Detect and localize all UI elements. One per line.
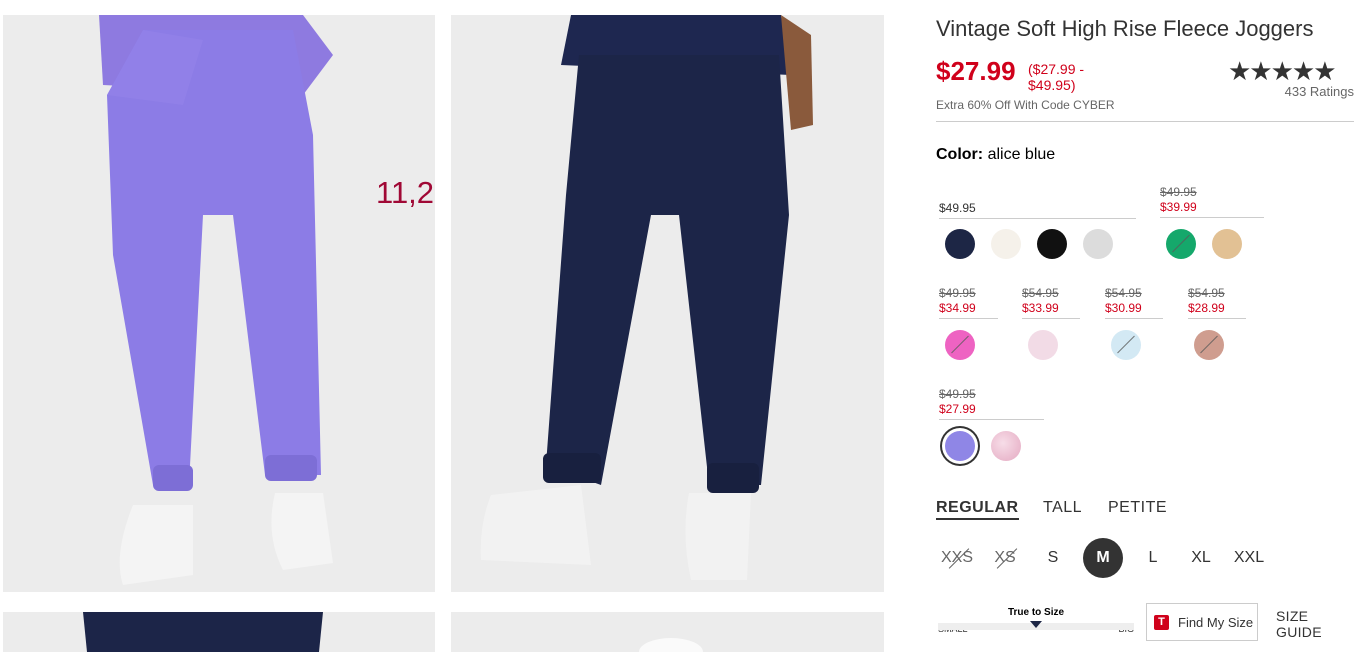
price-divider	[939, 318, 998, 319]
price-divider	[1160, 217, 1264, 218]
color-group-sale-30: $54.95 $30.99	[1105, 286, 1163, 319]
product-image-white-front[interactable]	[451, 612, 884, 652]
size-option-xxs[interactable]: XXS	[937, 549, 977, 567]
color-swatch-light-blue-tie-dye[interactable]	[1111, 330, 1141, 360]
divider	[936, 121, 1354, 122]
price-divider	[1022, 318, 1080, 319]
find-my-size-button[interactable]: T Find My Size	[1146, 603, 1258, 641]
price-divider	[939, 419, 1044, 420]
original-price: $49.95	[939, 286, 976, 300]
color-swatch-tan[interactable]	[1212, 229, 1242, 259]
color-swatch-pink[interactable]	[945, 330, 975, 360]
original-price: $54.95	[1105, 286, 1142, 300]
original-price: $54.95	[1188, 286, 1225, 300]
find-my-size-label: Find My Size	[1178, 614, 1254, 630]
sale-price-option: $33.99	[1022, 301, 1059, 315]
fit-tab-regular[interactable]: REGULAR	[936, 499, 1019, 520]
original-price: $54.95	[1022, 286, 1059, 300]
original-price: $49.95	[1160, 185, 1197, 199]
size-option-s[interactable]: S	[1033, 549, 1073, 567]
color-swatch-navy[interactable]	[945, 229, 975, 259]
price-divider	[1105, 318, 1163, 319]
color-swatch-rose-brown[interactable]	[1194, 330, 1224, 360]
color-swatch-alice-blue[interactable]	[945, 431, 975, 461]
color-group-sale-34: $49.95 $34.99	[939, 286, 998, 319]
sale-price-option: $30.99	[1105, 301, 1142, 315]
fit-tab-tall[interactable]: TALL	[1043, 499, 1082, 517]
size-option-xl[interactable]: XL	[1181, 549, 1221, 567]
product-image-purple-front[interactable]	[3, 15, 435, 592]
color-group-sale-28: $54.95 $28.99	[1188, 286, 1246, 319]
product-title: Vintage Soft High Rise Fleece Joggers	[936, 16, 1314, 41]
size-option-m[interactable]: M	[1083, 538, 1123, 578]
price-divider	[1188, 318, 1246, 319]
price-divider	[939, 218, 1136, 219]
color-swatch-light-heather-gray[interactable]	[1083, 229, 1113, 259]
ratings-count[interactable]: 433 Ratings	[1285, 84, 1354, 99]
overlay-text: 11,2	[376, 175, 435, 210]
price-range: ($27.99 - $49.95)	[1028, 61, 1085, 93]
sale-price-option: $27.99	[939, 402, 976, 416]
sale-price-option: $34.99	[939, 301, 976, 315]
color-group-sale-39: $49.95 $39.99	[1160, 185, 1264, 218]
fit-tab-petite[interactable]: PETITE	[1108, 499, 1167, 517]
color-group-sale-33: $54.95 $33.99	[1022, 286, 1080, 319]
original-price: $49.95	[939, 387, 976, 401]
size-option-l[interactable]: L	[1133, 549, 1173, 567]
color-group-sale-27: $49.95 $27.99	[939, 387, 1044, 420]
product-image-navy-back[interactable]	[451, 15, 884, 592]
regular-price: $49.95	[939, 201, 976, 215]
true-fit-logo-icon: T	[1154, 614, 1169, 630]
true-to-size-title: True to Size	[1007, 607, 1065, 618]
size-guide-link[interactable]: SIZE GUIDE	[1276, 608, 1357, 640]
color-swatch-green[interactable]	[1166, 229, 1196, 259]
color-label: Color: alice blue	[936, 146, 1055, 164]
color-swatch-pink-tie-dye[interactable]	[991, 431, 1021, 461]
color-swatch-light-pink[interactable]	[1028, 330, 1058, 360]
fit-marker-icon	[1030, 621, 1042, 628]
star-rating[interactable]: ★★★★★	[1228, 56, 1337, 87]
color-group-regular: $49.95	[939, 201, 1136, 219]
star-rating-icon: ★★★★★	[1228, 56, 1337, 86]
promo-text: Extra 60% Off With Code CYBER	[936, 98, 1115, 112]
color-swatch-ivory[interactable]	[991, 229, 1021, 259]
color-swatch-black[interactable]	[1037, 229, 1067, 259]
sale-price: $27.99	[936, 56, 1016, 86]
color-label-title: Color:	[936, 146, 984, 163]
product-image-navy-front[interactable]	[3, 612, 435, 652]
size-option-xxl[interactable]: XXL	[1229, 549, 1269, 567]
sale-price-option: $39.99	[1160, 200, 1197, 214]
size-option-xs[interactable]: XS	[985, 549, 1025, 567]
selected-color-name: alice blue	[987, 146, 1056, 163]
sale-price-option: $28.99	[1188, 301, 1225, 315]
